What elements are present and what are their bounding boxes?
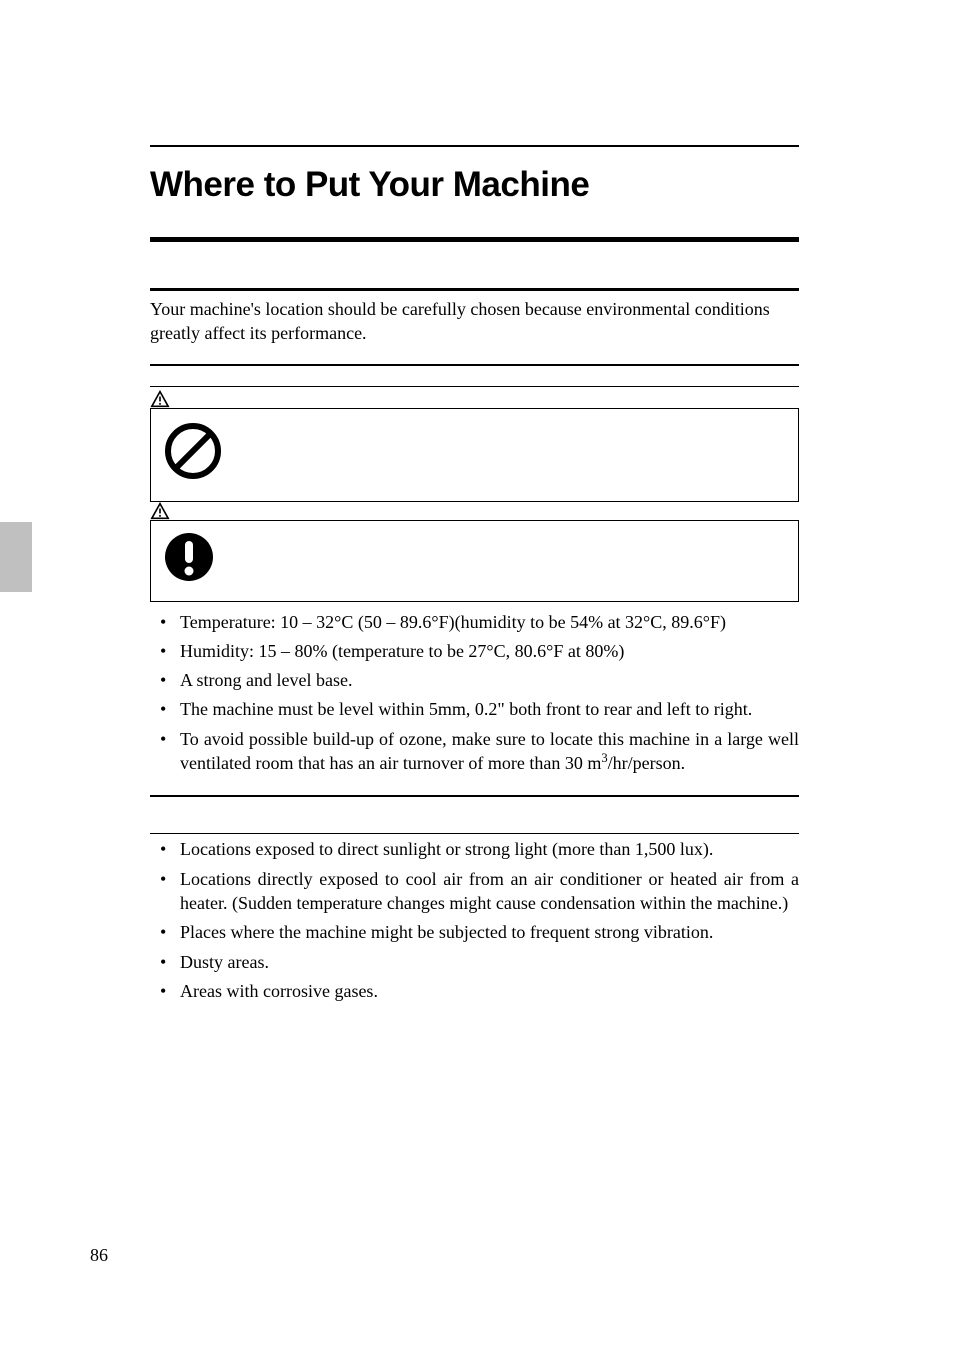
header-rule	[150, 145, 799, 147]
list-item: To avoid possible build-up of ozone, mak…	[180, 727, 799, 776]
warning-triangle-icon	[150, 502, 170, 520]
sub-rule-thin	[150, 833, 799, 834]
list-item: Locations directly exposed to cool air f…	[180, 867, 799, 916]
list-item: A strong and level base.	[180, 668, 799, 692]
list-item: Humidity: 15 – 80% (temperature to be 27…	[180, 639, 799, 663]
sub-rule-thin	[150, 386, 799, 387]
side-tab	[0, 522, 32, 592]
section-rule	[150, 288, 799, 291]
list-item: Dusty areas.	[180, 950, 799, 974]
caution-box	[150, 520, 799, 602]
page-number: 86	[90, 1245, 108, 1266]
list-item: Locations exposed to direct sunlight or …	[180, 837, 799, 861]
header-rule-heavy	[150, 237, 799, 242]
warning-label-row	[150, 390, 799, 408]
warning-triangle-icon	[150, 390, 170, 408]
page-title: Where to Put Your Machine	[150, 165, 799, 205]
avoid-list: Locations exposed to direct sunlight or …	[150, 837, 799, 1003]
intro-paragraph: Your machine's location should be carefu…	[150, 297, 799, 346]
sub-rule	[150, 364, 799, 366]
prohibit-icon	[163, 421, 223, 481]
list-item: Temperature: 10 – 32°C (50 – 89.6°F)(hum…	[180, 610, 799, 634]
environment-list: Temperature: 10 – 32°C (50 – 89.6°F)(hum…	[150, 610, 799, 776]
list-item: The machine must be level within 5mm, 0.…	[180, 697, 799, 721]
list-item: Areas with corrosive gases.	[180, 979, 799, 1003]
caution-label-row	[150, 502, 799, 520]
list-item: Places where the machine might be subjec…	[180, 920, 799, 944]
warning-box-prohibit	[150, 408, 799, 502]
sub-rule	[150, 795, 799, 797]
exclamation-circle-icon	[163, 531, 215, 583]
